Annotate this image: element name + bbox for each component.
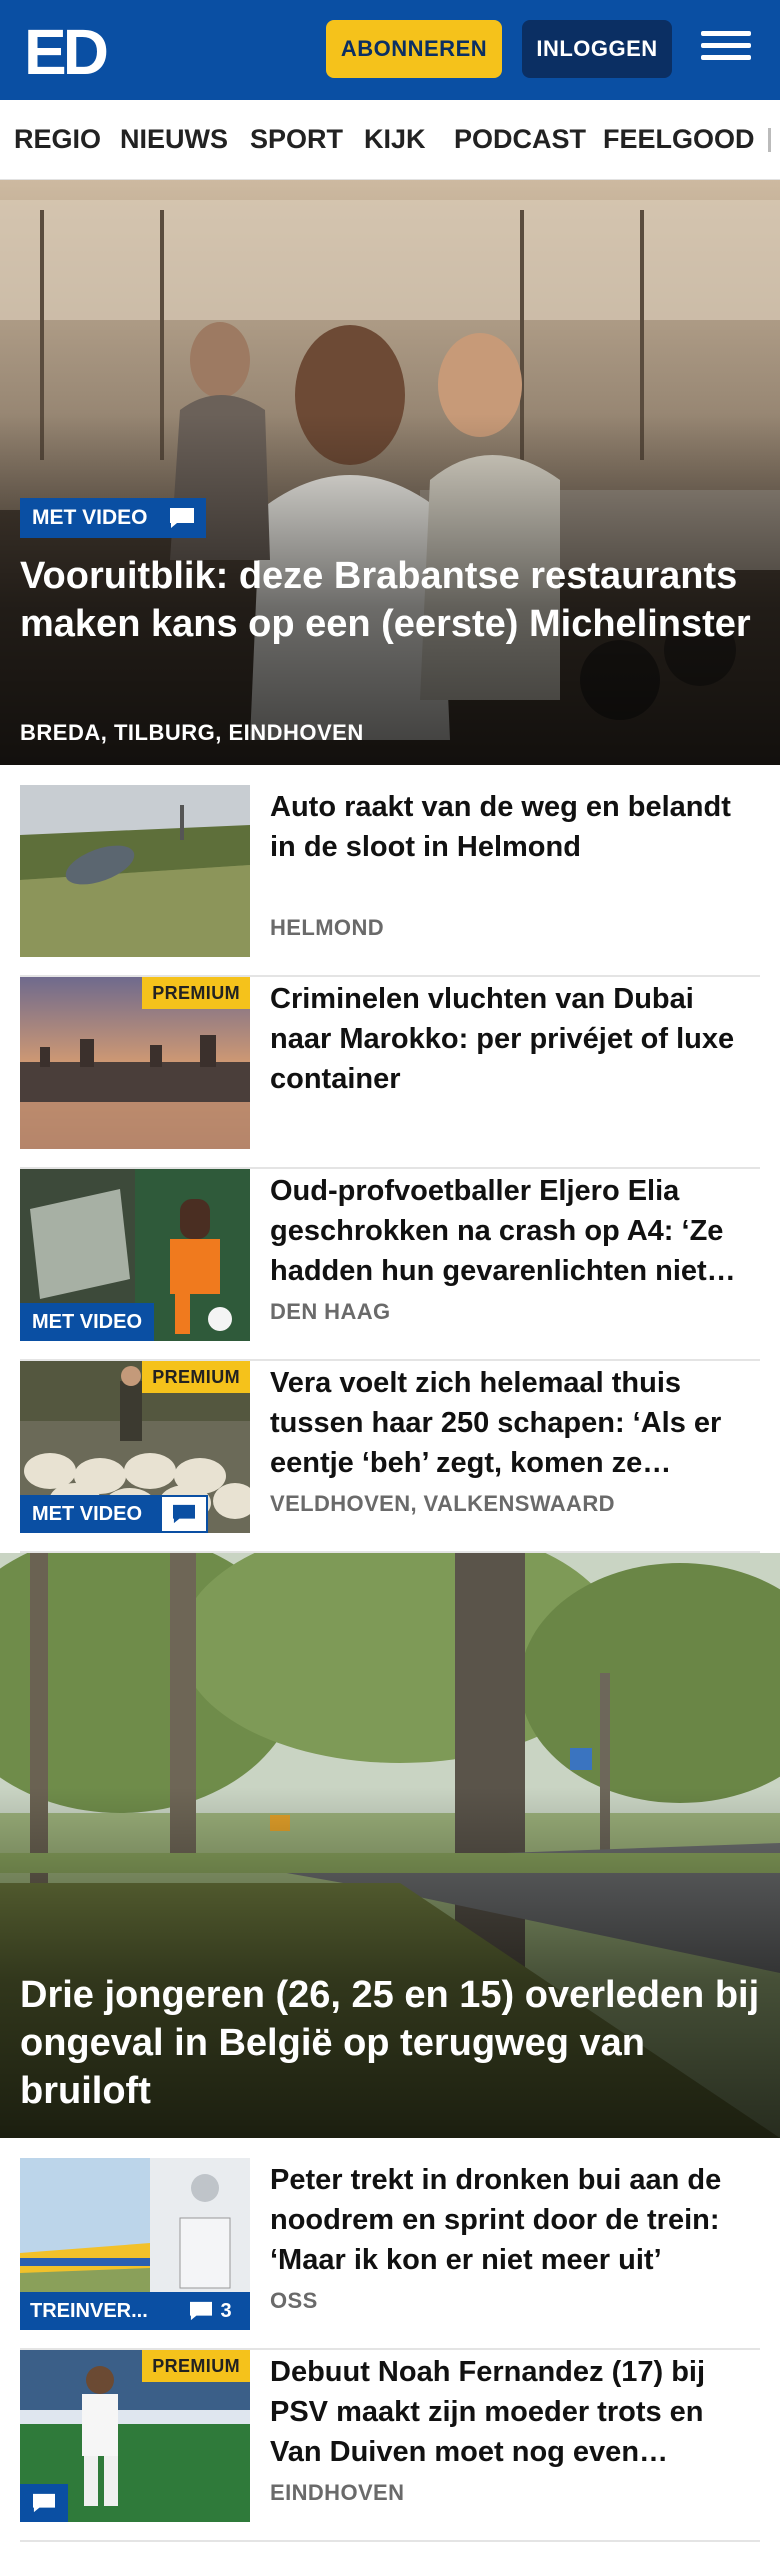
section-nav: REGIO NIEUWS SPORT KIJK PODCAST FEELGOOD xyxy=(0,100,780,180)
premium-badge: PREMIUM xyxy=(142,2350,250,2382)
article-title[interactable]: Auto raakt van de weg en belandt in de s… xyxy=(270,787,760,867)
article-title[interactable]: Oud-profvoetballer Eljero Elia geschrokk… xyxy=(270,1171,760,1291)
list-item[interactable]: Auto raakt van de weg en belandt in de s… xyxy=(20,785,760,977)
hero-title[interactable]: Vooruitblik: deze Brabantse restau­rants… xyxy=(20,552,760,648)
top-bar: ED ABONNEREN INLOGGEN xyxy=(0,0,780,100)
nav-item-sport[interactable]: SPORT xyxy=(250,124,343,155)
ed-logo[interactable]: ED xyxy=(24,18,116,80)
list-item[interactable]: PREMIUM Criminelen vluchten van Dubai na… xyxy=(20,977,760,1169)
nav-item-feelgood[interactable]: FEELGOOD xyxy=(603,124,755,155)
article-thumbnail xyxy=(20,785,250,957)
article-location: EINDHOVEN xyxy=(270,2480,405,2505)
video-badge: MET VIDEO xyxy=(20,1303,155,1341)
subscribe-button[interactable]: ABONNEREN xyxy=(326,20,502,78)
article-thumbnail: PREMIUM xyxy=(20,2350,250,2522)
svg-text:ED: ED xyxy=(24,18,107,80)
nav-item-regio[interactable]: REGIO xyxy=(14,124,101,155)
list-item[interactable]: MET VIDEO Oud-profvoetballer Eljero Elia… xyxy=(20,1169,760,1361)
video-badge: MET VIDEO xyxy=(20,1495,160,1533)
article-location: DEN HAAG xyxy=(270,1299,391,1324)
login-button[interactable]: INLOGGEN xyxy=(522,20,672,78)
hero-article-accident[interactable]: Drie jongeren (26, 25 en 15) overleden b… xyxy=(0,1553,780,2138)
hero-location: BREDA, TILBURG, EINDHOVEN xyxy=(20,720,364,745)
article-title[interactable]: Criminelen vluchten van Dubai naar Marok… xyxy=(270,979,760,1099)
article-location: OSS xyxy=(270,2288,318,2313)
comment-count[interactable]: 3 xyxy=(170,2292,250,2330)
hero-title[interactable]: Drie jongeren (26, 25 en 15) overleden b… xyxy=(20,1971,760,2115)
premium-badge: PREMIUM xyxy=(142,1361,250,1393)
comment-icon[interactable] xyxy=(20,2484,68,2522)
hamburger-menu-icon[interactable] xyxy=(698,24,754,72)
list-item[interactable]: PREMIUM Debuut Noah Fernandez (17) bij P… xyxy=(20,2350,760,2542)
comment-count-value: 3 xyxy=(220,2299,232,2322)
article-thumbnail: MET VIDEO xyxy=(20,1169,250,1341)
hero-article-michelin[interactable]: MET VIDEO Vooruitblik: deze Brabantse re… xyxy=(0,180,780,765)
nav-item-kijk[interactable]: KIJK xyxy=(364,124,426,155)
list-item[interactable]: PREMIUM MET VIDEO Vera voelt zich helema… xyxy=(20,1361,760,1553)
comment-icon[interactable] xyxy=(158,498,206,538)
article-thumbnail: PREMIUM MET VIDEO xyxy=(20,1361,250,1533)
category-tag: TREINVER... xyxy=(20,2292,170,2330)
article-title[interactable]: Debuut Noah Fernandez (17) bij PSV maakt… xyxy=(270,2352,760,2472)
article-location: VELDHOVEN, VALKENSWAARD xyxy=(270,1491,615,1516)
nav-overflow-divider xyxy=(768,128,771,152)
article-title[interactable]: Peter trekt in dronken bui aan de noodre… xyxy=(270,2160,760,2280)
premium-badge: PREMIUM xyxy=(142,977,250,1009)
list-item[interactable]: TREINVER... 3 Peter trekt in dronken bui… xyxy=(20,2158,760,2350)
nav-item-podcast[interactable]: PODCAST xyxy=(454,124,586,155)
nav-item-nieuws[interactable]: NIEUWS xyxy=(120,124,228,155)
video-badge: MET VIDEO xyxy=(20,498,160,538)
comment-icon[interactable] xyxy=(160,1495,208,1533)
article-thumbnail: PREMIUM xyxy=(20,977,250,1149)
article-title[interactable]: Vera voelt zich helemaal thuis tussen ha… xyxy=(270,1363,760,1483)
article-thumbnail: TREINVER... 3 xyxy=(20,2158,250,2330)
comment-icon xyxy=(190,2301,213,2321)
article-location: HELMOND xyxy=(270,915,385,940)
